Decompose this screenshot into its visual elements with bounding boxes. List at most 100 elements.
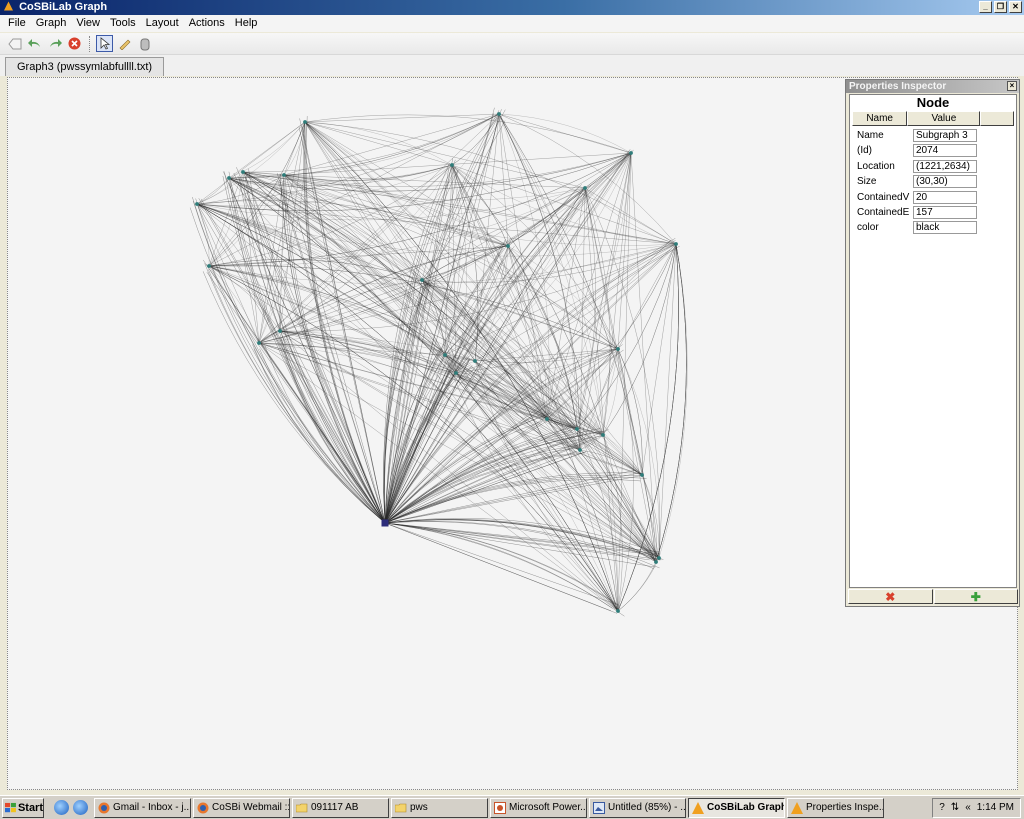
graph-node[interactable]	[583, 186, 587, 190]
graph-edge	[228, 113, 500, 179]
graph-edge	[304, 114, 632, 154]
graph-node[interactable]	[654, 560, 658, 564]
graph-node[interactable]	[278, 329, 282, 333]
help-icon[interactable]: ?	[939, 802, 945, 813]
expand-tray-icon[interactable]: «	[965, 802, 971, 813]
taskbar-item-properties-inspector[interactable]: Properties Inspe...	[787, 797, 884, 818]
property-value-field[interactable]: black	[913, 221, 977, 235]
network-icon[interactable]: ⇅	[951, 802, 959, 813]
explorer-icon[interactable]	[73, 800, 88, 815]
restore-button[interactable]: ❐	[994, 1, 1007, 13]
graph-node[interactable]	[506, 244, 510, 248]
property-value-field[interactable]: 20	[913, 190, 977, 204]
graph-node[interactable]	[454, 371, 458, 375]
graph-edge	[228, 113, 500, 179]
property-value-field[interactable]: 2074	[913, 144, 977, 158]
close-icon[interactable]: ×	[1007, 81, 1017, 91]
taskbar-item-folder-091117[interactable]: 091117 AB	[292, 797, 389, 818]
graph-edge	[208, 265, 260, 344]
inspector-title-bar: Properties Inspector ×	[846, 80, 1019, 93]
graph-edge	[283, 174, 548, 420]
graph-edge	[546, 418, 619, 612]
undo-arrow-icon[interactable]	[26, 35, 43, 52]
property-value-field[interactable]: (30,30)	[913, 175, 977, 189]
column-header-value[interactable]: Value	[907, 111, 981, 126]
menu-view[interactable]: View	[71, 15, 105, 32]
inspector-panel: Node Name Value Name Subgraph 3 (Id) 2074 …	[849, 94, 1017, 588]
property-value-field[interactable]: Subgraph 3	[913, 129, 977, 142]
graph-node[interactable]	[450, 163, 454, 167]
app-logo-icon	[791, 801, 803, 814]
menu-graph[interactable]: Graph	[31, 15, 72, 32]
app-logo-icon	[4, 1, 13, 11]
property-row: Name Subgraph 3	[850, 128, 1016, 143]
property-value-field[interactable]: 157	[913, 205, 977, 219]
graph-node[interactable]	[575, 427, 579, 431]
remove-property-button[interactable]: ✖	[848, 589, 933, 604]
graph-edge	[384, 424, 572, 524]
graph-node[interactable]	[257, 341, 261, 345]
graph-node[interactable]	[674, 242, 678, 246]
property-value-field[interactable]: (1221,2634)	[913, 159, 977, 173]
taskbar-item-cosbilab-graph[interactable]: CoSBiLab Graph	[688, 797, 785, 818]
graph-node[interactable]	[420, 278, 424, 282]
quick-launch	[54, 800, 88, 815]
graph-node[interactable]	[497, 112, 501, 116]
graph-node[interactable]	[640, 473, 644, 477]
taskbar-item-folder-pws[interactable]: pws	[391, 797, 488, 818]
hand-icon[interactable]	[136, 35, 153, 52]
taskbar-item-untitled[interactable]: Untitled (85%) - ...	[589, 797, 686, 818]
clock: 1:14 PM	[976, 802, 1014, 813]
taskbar-item-powerpoint[interactable]: Microsoft Power...	[490, 797, 587, 818]
browser-icon[interactable]	[54, 800, 69, 815]
graph-node[interactable]	[282, 173, 286, 177]
start-button[interactable]: Start	[2, 797, 44, 818]
property-row: ContainedE 157	[850, 205, 1016, 220]
graph-node[interactable]	[616, 609, 620, 613]
graph-node[interactable]	[601, 433, 605, 437]
menu-tools[interactable]: Tools	[105, 15, 141, 32]
column-header-name[interactable]: Name	[852, 111, 908, 126]
property-name: Name	[857, 130, 884, 141]
close-button[interactable]: ✕	[1009, 1, 1022, 13]
menu-layout[interactable]: Layout	[141, 15, 184, 32]
tag-icon[interactable]	[6, 35, 23, 52]
graph-node[interactable]	[303, 120, 307, 124]
tab-graph3[interactable]: Graph3 (pwssymlabfullll.txt)	[5, 57, 165, 76]
graph-edge	[451, 113, 500, 166]
stop-icon[interactable]	[66, 35, 83, 52]
graph-node[interactable]	[207, 264, 211, 268]
add-property-button[interactable]: ✚	[933, 589, 1018, 604]
pointer-icon[interactable]	[96, 35, 113, 52]
graph-node[interactable]	[616, 347, 620, 351]
pencil-icon[interactable]	[116, 35, 133, 52]
minimize-button[interactable]: _	[979, 1, 992, 13]
graph-node[interactable]	[195, 202, 199, 206]
redo-arrow-icon[interactable]	[46, 35, 63, 52]
toolbar	[0, 33, 1024, 55]
graph-node[interactable]	[227, 176, 231, 180]
taskbar-item-label: pws	[410, 801, 428, 813]
graph-edges	[189, 107, 688, 617]
graph-node[interactable]	[545, 417, 549, 421]
graph-edge	[498, 113, 632, 154]
graph-edge	[617, 561, 657, 612]
taskbar-item-gmail[interactable]: Gmail - Inbox - j...	[94, 797, 191, 818]
property-name: Location	[857, 160, 895, 172]
menu-help[interactable]: Help	[230, 15, 263, 32]
graph-node[interactable]	[473, 359, 477, 363]
taskbar-item-webmail[interactable]: CoSBi Webmail ::...	[193, 797, 290, 818]
graph-node[interactable]	[443, 353, 447, 357]
graph-edge	[451, 113, 500, 166]
app-logo-icon	[692, 801, 704, 814]
graph-node[interactable]	[578, 448, 582, 452]
menu-actions[interactable]: Actions	[184, 15, 230, 32]
graph-node[interactable]	[657, 556, 661, 560]
graph-node[interactable]	[629, 151, 633, 155]
menu-file[interactable]: File	[3, 15, 31, 32]
selected-subgraph-node[interactable]	[381, 519, 389, 527]
property-row: Location (1221,2634)	[850, 159, 1016, 174]
graph-edge	[546, 418, 619, 612]
graph-edge	[617, 557, 660, 612]
graph-node[interactable]	[241, 170, 245, 174]
